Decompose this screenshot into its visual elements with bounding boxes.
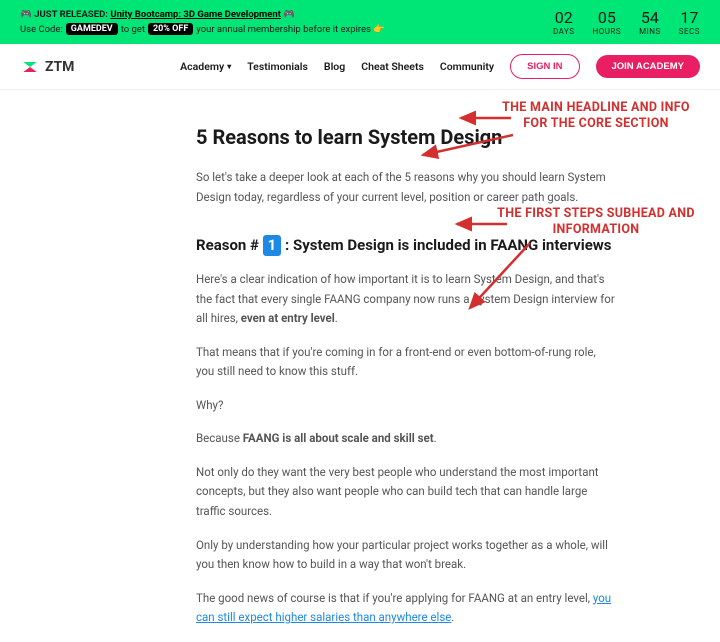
countdown-days: 02 <box>553 8 575 27</box>
nav-academy[interactable]: Academy▾ <box>180 60 231 73</box>
nav-community[interactable]: Community <box>440 60 494 73</box>
logo-icon <box>20 57 40 77</box>
promo-bar: 🎮 JUST RELEASED: Unity Bootcamp: 3D Game… <box>0 0 720 44</box>
reason-1-p3: Why? <box>196 396 616 416</box>
join-academy-button[interactable]: JOIN ACADEMY <box>596 55 701 78</box>
nav-testimonials[interactable]: Testimonials <box>247 60 308 73</box>
chevron-down-icon: ▾ <box>227 62 231 71</box>
reason-1-p5: Not only do they want the very best peop… <box>196 463 616 522</box>
promo-sub-mid: to get <box>121 24 145 35</box>
reason-1-p2: That means that if you're coming in for … <box>196 343 616 382</box>
signin-button[interactable]: SIGN IN <box>510 54 579 79</box>
promo-sub-suffix: your annual membership before it expires… <box>196 24 385 35</box>
promo-text: 🎮 JUST RELEASED: Unity Bootcamp: 3D Game… <box>20 9 385 35</box>
countdown-hours: 05 <box>593 8 622 27</box>
countdown-secs: 17 <box>679 8 700 27</box>
reason-1-p4: Because FAANG is all about scale and ski… <box>196 429 616 449</box>
number-badge: 1 <box>263 235 282 256</box>
nav-cheatsheets[interactable]: Cheat Sheets <box>361 60 424 73</box>
main-nav: Academy▾ Testimonials Blog Cheat Sheets … <box>180 54 700 79</box>
article-content: 5 Reasons to learn System Design So let'… <box>186 120 626 628</box>
logo[interactable]: ZTM <box>20 57 74 77</box>
brand-name: ZTM <box>45 59 74 75</box>
countdown-mins: 54 <box>639 8 661 27</box>
promo-suffix: 🎮 <box>281 9 295 20</box>
promo-code-badge: GAMEDEV <box>66 23 118 35</box>
promo-discount-badge: 20% OFF <box>148 23 193 35</box>
promo-link[interactable]: Unity Bootcamp: 3D Game Development <box>110 9 281 20</box>
reason-1-p7: The good news of course is that if you'r… <box>196 589 616 628</box>
reason-1-p6: Only by understanding how your particula… <box>196 536 616 575</box>
reason-1-p1: Here's a clear indication of how importa… <box>196 270 616 329</box>
promo-prefix: 🎮 JUST RELEASED: <box>20 9 110 20</box>
countdown-timer: 02DAYS 05HOURS 54MINS 17SECS <box>553 8 700 36</box>
promo-sub-prefix: Use Code: <box>20 24 63 35</box>
reason-1-heading: Reason # 1 : System Design is included i… <box>196 235 616 256</box>
intro-paragraph: So let's take a deeper look at each of t… <box>196 168 616 207</box>
site-header: ZTM Academy▾ Testimonials Blog Cheat She… <box>0 44 720 90</box>
main-headline: 5 Reasons to learn System Design <box>196 120 616 154</box>
nav-blog[interactable]: Blog <box>324 60 345 73</box>
